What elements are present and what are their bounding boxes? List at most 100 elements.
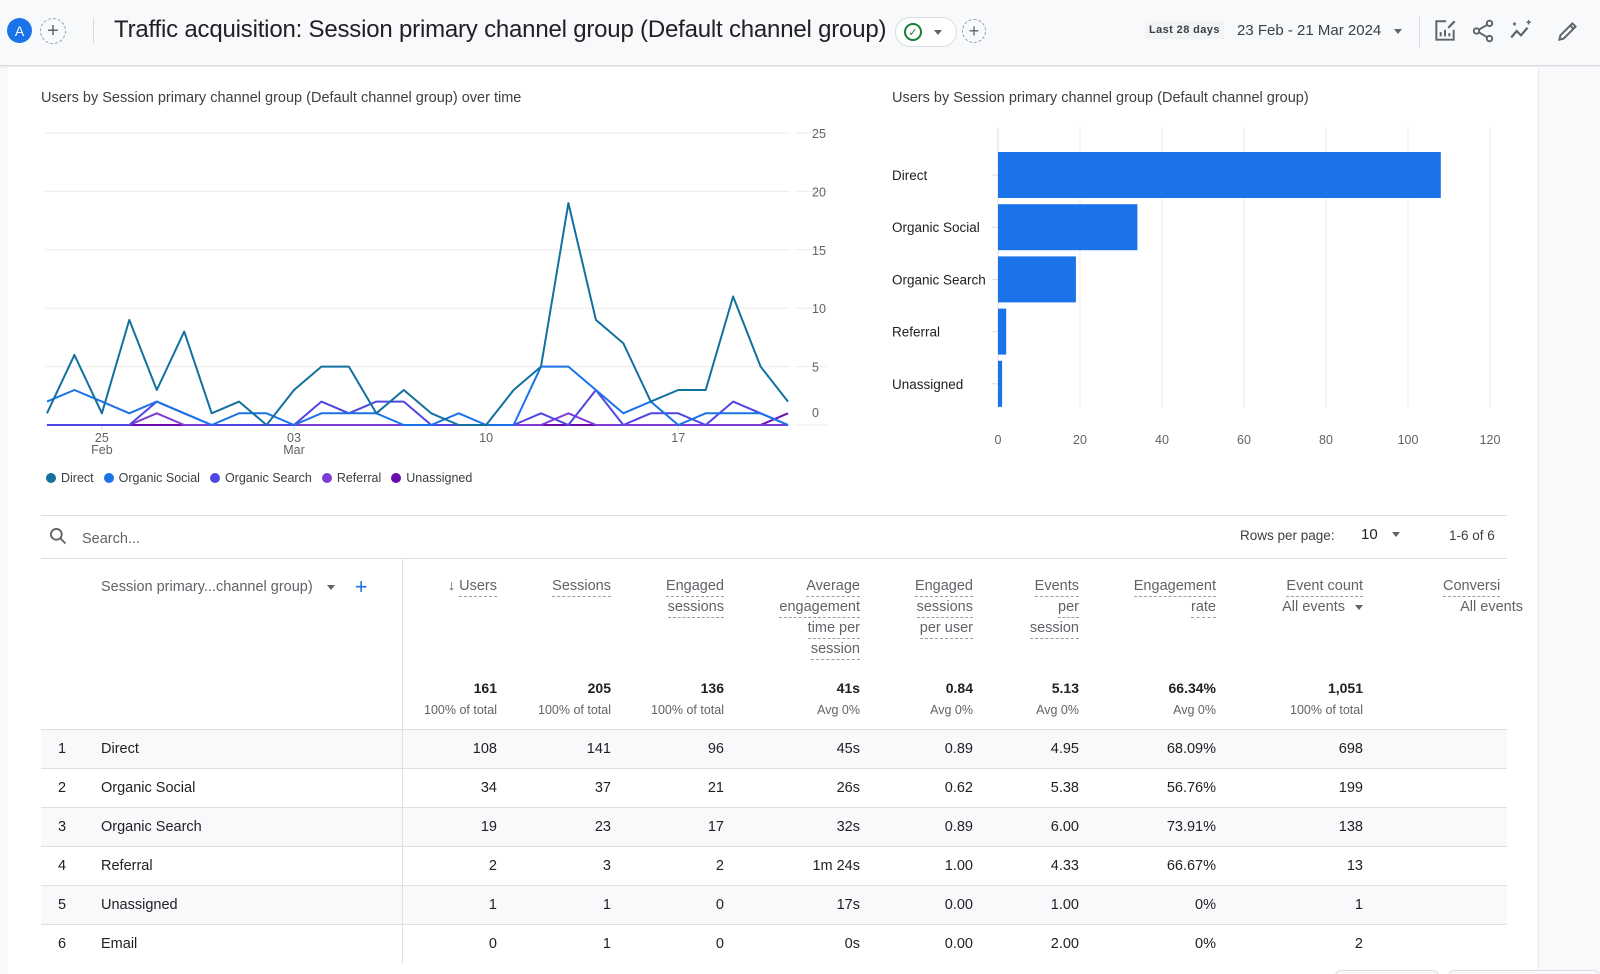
bar-organic-social[interactable] [998,204,1138,251]
dimension-column-header[interactable]: Session primary...channel group) + [101,576,368,598]
event-filter-label[interactable]: All events [1282,597,1345,618]
metric-cell: 138 [1338,819,1363,835]
edit-icon[interactable] [1555,18,1581,44]
table-row[interactable]: 5 Unassigned 1 1 0 17s 0.00 1.00 0% 1 [41,885,1507,925]
row-channel-name[interactable]: Direct [101,741,139,757]
metric-column-header[interactable]: ↓ Users [448,576,497,597]
metric-column-header[interactable]: Engaged sessions per user [914,576,973,639]
bar-organic-search[interactable] [998,256,1076,303]
x-tick-label: 60 [1237,433,1251,447]
row-rank: 4 [58,858,67,874]
x-tick-label: 100 [1398,433,1419,447]
table-row[interactable]: 6 Email 0 1 0 0s 0.00 2.00 0% 2 [41,924,1507,964]
metric-column-header[interactable]: Sessions [552,576,611,597]
metric-cell: 17 [707,819,724,835]
metric-cell: 0.00 [944,936,973,952]
legend-dot-icon [46,473,56,483]
legend-item-organic-search[interactable]: Organic Search [209,471,312,485]
row-channel-name[interactable]: Referral [101,858,153,874]
category-label: Unassigned [892,377,963,392]
metric-column-header[interactable]: Engagement rate [1133,576,1216,618]
legend-label: Unassigned [406,471,473,485]
legend-item-organic-social[interactable]: Organic Social [103,471,200,485]
table-row[interactable]: 2 Organic Social 34 37 21 26s 0.62 5.38 56.76% 19… [41,768,1507,808]
column-divider [402,925,403,964]
metric-column-header[interactable]: Average engagement time per session [779,576,860,660]
bar-unassigned[interactable] [998,360,1003,407]
metric-cell: 19 [480,819,497,835]
row-channel-name[interactable]: Organic Search [101,819,202,835]
caret-down-icon [934,29,942,35]
metric-column-header[interactable]: Event count All events [1282,576,1363,618]
metric-cell: 0 [715,897,724,913]
date-preset-badge[interactable]: Last 28 days [1145,21,1224,39]
table-row[interactable]: 1 Direct 108 141 96 45s 0.89 4.95 68.09% 698 [41,729,1507,769]
metric-cell: 13 [1346,858,1363,874]
table-row[interactable]: 4 Referral 2 3 2 1m 24s 1.00 4.33 66.67% 13 [41,846,1507,886]
metric-header-label: Average [806,577,860,597]
bar-direct[interactable] [998,152,1441,198]
add-filter-button[interactable]: + [962,19,986,43]
column-divider [402,808,403,847]
add-dimension-button[interactable]: + [355,576,368,598]
metric-total: 5.13 [1051,680,1079,696]
line-chart: 051015202525Feb03Mar10 17 [45,127,828,457]
x-tick-label: 40 [1155,433,1169,447]
sort-descending-icon[interactable]: ↓ [448,578,459,594]
category-label: Direct [892,168,928,183]
rows-per-page-select[interactable]: 10 [1361,526,1400,543]
bottom-tab[interactable] [1448,970,1600,974]
table-row[interactable]: 3 Organic Search 19 23 17 32s 0.89 6.00 73.91% 13… [41,807,1507,847]
report-header: A + Traffic acquisition: Session primary… [0,0,1600,66]
metric-column-header[interactable]: Conversi All events [1443,576,1523,618]
series-line-direct[interactable] [46,202,789,426]
legend-dot-icon [391,473,402,483]
insights-icon[interactable] [1508,18,1534,44]
customize-report-icon[interactable] [1432,18,1458,44]
legend-item-unassigned[interactable]: Unassigned [391,471,472,485]
metric-cell: 0s [844,936,860,952]
legend-item-direct[interactable]: Direct [46,471,94,485]
metric-cell: 17s [836,897,860,913]
metric-cell: 96 [707,741,724,757]
metric-cell: 0.89 [944,741,973,757]
metric-total-subtext: 100% of total [651,703,724,717]
metric-total: 1,051 [1327,680,1363,696]
metric-cell: 56.76% [1166,780,1216,796]
pagination-label: 1-6 of 6 [1449,528,1495,543]
row-channel-name[interactable]: Email [101,936,137,952]
category-label: Referral [892,325,940,340]
series-line-organic-social[interactable] [46,365,789,426]
legend-item-referral[interactable]: Referral [321,471,381,485]
section-divider [41,515,1507,516]
caret-down-icon [1391,532,1400,537]
add-comparison-button[interactable]: + [40,18,66,44]
metric-column-header[interactable]: Engaged sessions [665,576,724,618]
comparison-avatar[interactable]: A [7,18,32,43]
search-input[interactable] [82,530,382,547]
caret-down-icon[interactable] [1355,605,1363,610]
metric-cell: 26s [836,780,860,796]
share-icon[interactable] [1470,18,1496,44]
bar-referral[interactable] [998,308,1007,355]
date-caret-down-icon[interactable] [1394,29,1402,34]
metric-cell: 4.33 [1050,858,1079,874]
report-status-dropdown[interactable]: ✓ [895,17,957,47]
plus-icon: + [47,20,59,42]
page-title: Traffic acquisition: Session primary cha… [114,16,887,43]
plus-icon: + [968,20,980,41]
metric-header-label: rate [1191,598,1216,618]
row-channel-name[interactable]: Organic Social [101,780,195,796]
metric-total: 66.34% [1168,680,1216,696]
y-tick-label: 5 [812,361,819,375]
metric-total-subtext: Avg 0% [930,703,973,717]
series-line-organic-search[interactable] [47,389,789,426]
date-range-picker[interactable]: 23 Feb - 21 Mar 2024 [1237,22,1381,39]
metric-column-header[interactable]: Events per session [1029,576,1079,639]
bottom-tab[interactable] [1335,970,1439,974]
caret-down-icon[interactable] [326,584,335,590]
metric-cell: 698 [1338,741,1363,757]
row-channel-name[interactable]: Unassigned [101,897,178,913]
event-filter-label[interactable]: All events [1460,597,1523,618]
header-divider [93,18,94,44]
